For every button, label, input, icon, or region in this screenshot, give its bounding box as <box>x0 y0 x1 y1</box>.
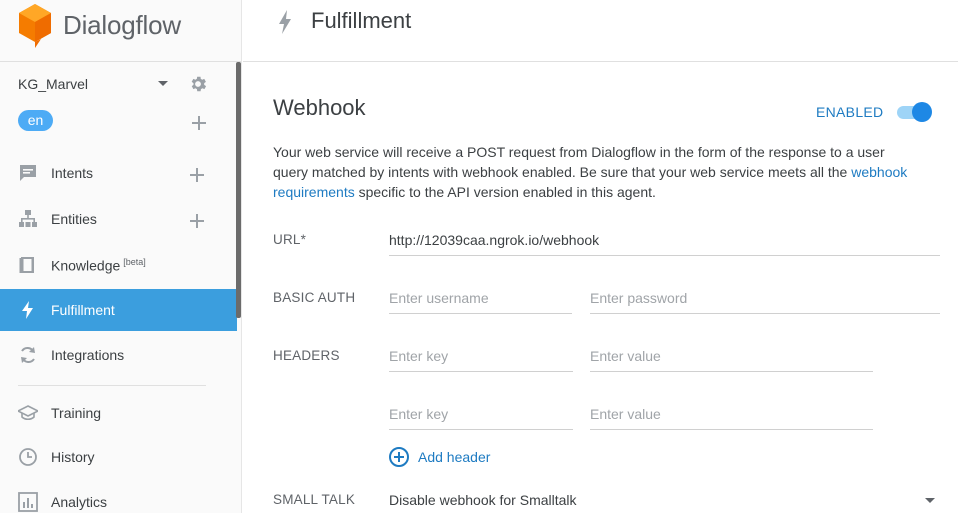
app-name: Dialogflow <box>63 9 181 40</box>
sidebar-item-label: Fulfillment <box>51 302 115 318</box>
sidebar-item-fulfillment[interactable]: Fulfillment <box>0 289 237 331</box>
header-value-input[interactable]: Enter value <box>590 344 873 372</box>
page-title: Fulfillment <box>311 8 412 33</box>
add-header-label: Add header <box>418 449 491 465</box>
key-placeholder: Enter key <box>389 348 449 364</box>
sidebar-item-entities[interactable]: Entities <box>0 198 237 240</box>
add-language-icon[interactable] <box>192 116 206 130</box>
header-value-input[interactable]: Enter value <box>590 402 873 430</box>
url-input[interactable]: http://12039caa.ngrok.io/webhook <box>389 228 940 256</box>
username-placeholder: Enter username <box>389 290 489 306</box>
agent-selector[interactable]: KG_Marvel <box>18 72 218 96</box>
description-text-end: specific to the API version enabled in t… <box>354 184 656 200</box>
add-entity-icon[interactable] <box>190 214 204 228</box>
username-input[interactable]: Enter username <box>389 286 572 314</box>
book-icon <box>19 257 34 273</box>
sidebar-item-label: Entities <box>51 211 97 227</box>
sidebar-item-intents[interactable]: Intents <box>0 152 237 194</box>
language-row: en <box>18 110 218 132</box>
bar-chart-icon <box>18 492 38 512</box>
sidebar: Dialogflow KG_Marvel en Intents Entities… <box>0 0 242 513</box>
chevron-down-icon[interactable] <box>158 81 168 86</box>
sidebar-item-label: Analytics <box>51 494 108 510</box>
chevron-down-icon[interactable] <box>925 498 935 503</box>
sidebar-item-training[interactable]: Training <box>0 392 237 434</box>
basic-auth-label: BASIC AUTH <box>273 290 356 305</box>
webhook-enable-toggle[interactable] <box>897 102 933 122</box>
header-key-input[interactable]: Enter key <box>389 344 573 372</box>
logo[interactable]: Dialogflow <box>17 2 181 48</box>
sidebar-item-label: History <box>51 449 95 465</box>
lightning-icon <box>22 301 33 319</box>
header-key-input[interactable]: Enter key <box>389 402 573 430</box>
add-header-button[interactable]: Add header <box>389 446 490 468</box>
webhook-title: Webhook <box>273 95 366 120</box>
graduation-cap-icon <box>18 405 38 421</box>
beta-badge: [beta] <box>123 256 146 267</box>
webhook-description: Your web service will receive a POST req… <box>273 142 923 202</box>
sidebar-item-label: Knowledge [beta] <box>51 257 146 274</box>
sidebar-item-label: Training <box>51 405 102 421</box>
sidebar-scrollbar[interactable] <box>236 62 241 318</box>
add-circle-icon <box>389 447 409 467</box>
dialogflow-logo-icon <box>19 4 51 48</box>
small-talk-label: SMALL TALK <box>273 492 356 507</box>
toggle-knob <box>912 102 932 122</box>
small-talk-value: Disable webhook for Smalltalk <box>389 492 577 508</box>
description-text: Your web service will receive a POST req… <box>273 144 885 180</box>
url-value: http://12039caa.ngrok.io/webhook <box>389 232 600 248</box>
agent-name: KG_Marvel <box>18 76 89 92</box>
page-header: Fulfillment <box>243 0 958 62</box>
knowledge-label: Knowledge <box>51 257 121 274</box>
sidebar-item-label: Integrations <box>51 347 125 363</box>
sidebar-item-knowledge[interactable]: Knowledge [beta] <box>0 244 237 286</box>
small-talk-select[interactable]: Disable webhook for Smalltalk <box>389 488 940 513</box>
sidebar-item-analytics[interactable]: Analytics <box>0 481 237 513</box>
language-badge[interactable]: en <box>18 110 53 131</box>
password-input[interactable]: Enter password <box>590 286 940 314</box>
sync-icon <box>21 346 35 364</box>
sidebar-item-label: Intents <box>51 165 94 181</box>
divider <box>18 385 206 386</box>
gear-icon[interactable] <box>188 74 208 94</box>
chat-bubble-icon <box>20 165 36 181</box>
value-placeholder: Enter value <box>590 406 661 422</box>
divider <box>0 61 241 62</box>
sidebar-item-integrations[interactable]: Integrations <box>0 334 237 376</box>
url-label: URL* <box>273 232 307 247</box>
add-intent-icon[interactable] <box>190 168 204 182</box>
password-placeholder: Enter password <box>590 290 688 306</box>
webhook-status-label: ENABLED <box>816 104 884 120</box>
key-placeholder: Enter key <box>389 406 449 422</box>
value-placeholder: Enter value <box>590 348 661 364</box>
sidebar-item-history[interactable]: History <box>0 436 237 478</box>
lightning-icon <box>279 10 291 34</box>
hierarchy-icon <box>19 210 37 227</box>
clock-icon <box>19 448 37 466</box>
headers-label: HEADERS <box>273 348 340 363</box>
